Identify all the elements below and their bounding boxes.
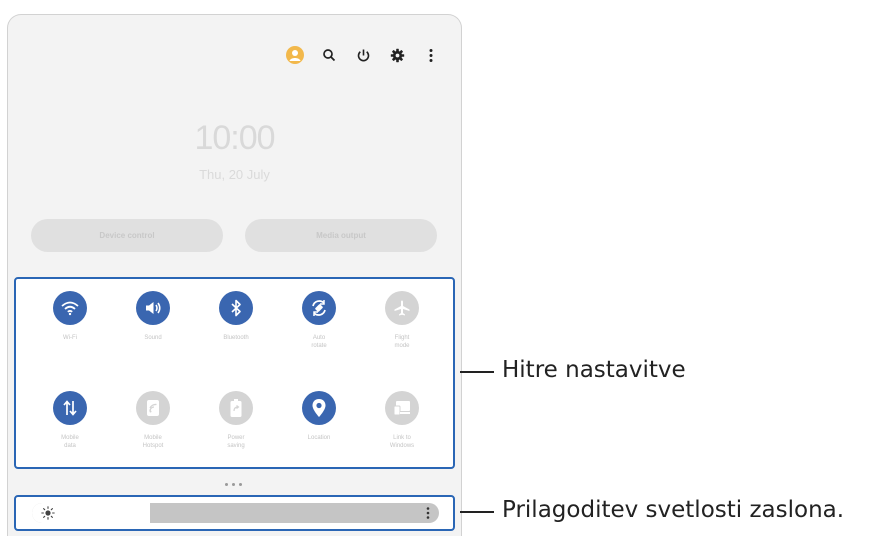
tile-bluetooth-label: Bluetooth: [223, 335, 249, 341]
tile-location-label: Location: [307, 435, 331, 441]
device-control-label: Device control: [99, 231, 155, 240]
airplane-icon: [385, 291, 419, 325]
page-dot: [239, 483, 242, 486]
quick-panel-header: [285, 45, 441, 65]
hotspot-icon: [136, 391, 170, 425]
tile-wifi-label: Wi-Fi: [63, 335, 77, 341]
auto-rotate-icon: [302, 291, 336, 325]
clock-time: 10:00: [194, 119, 275, 157]
tile-flight-mode-label: Flight mode: [394, 335, 410, 349]
page-indicator: [225, 483, 242, 486]
tile-location[interactable]: Location: [283, 391, 355, 442]
callout-brightness: Prilagoditev svetlosti zaslona.: [502, 497, 845, 523]
tile-flight-mode[interactable]: Flight mode: [366, 291, 438, 350]
tile-bluetooth[interactable]: Bluetooth: [200, 291, 272, 342]
brightness-control: [14, 495, 455, 531]
bluetooth-icon: [219, 291, 253, 325]
link-windows-icon: [385, 391, 419, 425]
clock-date: Thu, 20 July: [199, 167, 270, 182]
profile-icon[interactable]: [285, 45, 305, 65]
media-output-button[interactable]: Media output: [245, 219, 437, 252]
tile-power-saving[interactable]: Power saving: [200, 391, 272, 450]
tile-link-to-windows-label: Link to Windows: [389, 435, 415, 449]
tile-sound[interactable]: Sound: [117, 291, 189, 342]
quick-panel: 10:00 Thu, 20 July Device control Media …: [7, 14, 462, 536]
media-output-label: Media output: [316, 231, 366, 240]
brightness-more-icon[interactable]: [425, 506, 431, 523]
search-icon[interactable]: [319, 45, 339, 65]
tile-auto-rotate[interactable]: Auto rotate: [283, 291, 355, 350]
callout-line-quick-settings: [460, 371, 494, 373]
page-dot: [232, 483, 235, 486]
sound-icon: [136, 291, 170, 325]
tile-mobile-hotspot-label: Mobile Hotspot: [142, 435, 164, 449]
location-icon: [302, 391, 336, 425]
tile-link-to-windows[interactable]: Link to Windows: [366, 391, 438, 450]
page-dot: [225, 483, 228, 486]
tile-auto-rotate-label: Auto rotate: [311, 335, 327, 349]
tile-mobile-hotspot[interactable]: Mobile Hotspot: [117, 391, 189, 450]
tile-power-saving-label: Power saving: [227, 435, 245, 449]
quick-settings-panel: Wi-Fi Sound Bluetooth Auto rotate Flight: [14, 277, 455, 469]
brightness-slider[interactable]: [32, 503, 439, 523]
tile-wifi[interactable]: Wi-Fi: [34, 291, 106, 342]
gear-icon[interactable]: [387, 45, 407, 65]
device-control-button[interactable]: Device control: [31, 219, 223, 252]
tile-sound-label: Sound: [144, 335, 162, 341]
tile-mobile-data-label: Mobile data: [61, 435, 79, 449]
power-icon[interactable]: [353, 45, 373, 65]
more-vertical-icon[interactable]: [421, 45, 441, 65]
mobile-data-icon: [53, 391, 87, 425]
battery-icon: [219, 391, 253, 425]
callout-quick-settings: Hitre nastavitve: [502, 357, 686, 383]
sun-icon: [41, 506, 55, 523]
wifi-icon: [53, 291, 87, 325]
tile-mobile-data[interactable]: Mobile data: [34, 391, 106, 450]
callout-line-brightness: [460, 511, 494, 513]
